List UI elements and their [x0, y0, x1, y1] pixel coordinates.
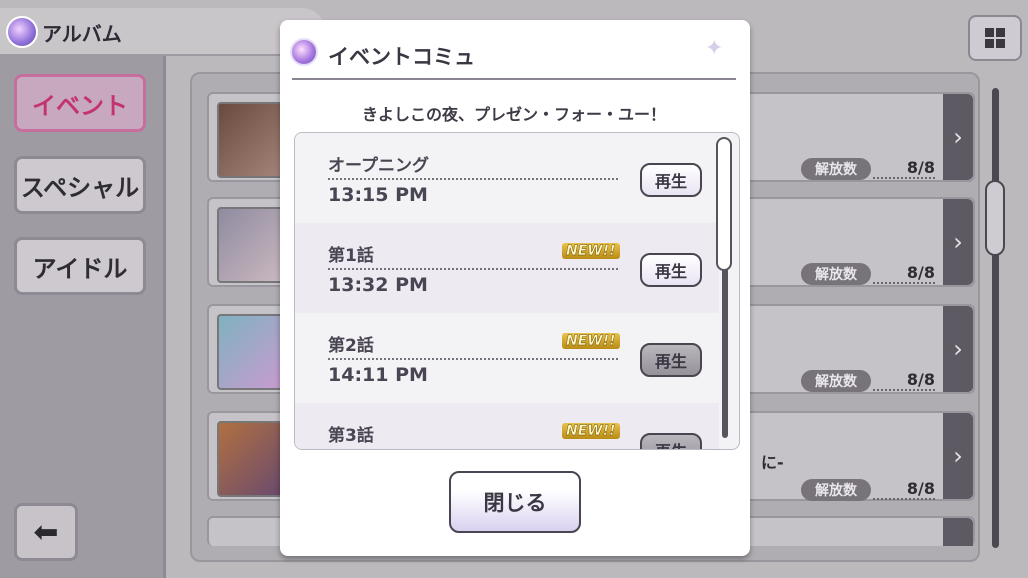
unlock-count-badge: 解放数: [801, 263, 871, 285]
unlock-count: 8/8: [873, 370, 935, 391]
play-button[interactable]: 再生: [640, 433, 702, 449]
episode-row: 第1話 NEW!! 13:32 PM 再生: [295, 223, 719, 313]
episode-divider: [328, 268, 618, 270]
new-badge: NEW!!: [562, 333, 620, 349]
left-panel: [0, 56, 166, 578]
dialog-title: イベントコミュ: [328, 45, 475, 69]
chevron-right-icon[interactable]: ›: [943, 306, 973, 392]
sparkle-icon: ✦: [705, 36, 724, 61]
episode-time: 13:15 PM: [328, 184, 428, 206]
unlock-count-badge: 解放数: [801, 370, 871, 392]
close-button[interactable]: 閉じる: [449, 471, 581, 533]
event-thumbnail: [217, 421, 285, 497]
event-thumbnail: [217, 314, 285, 390]
unlock-count: 8/8: [873, 263, 935, 284]
sidebar-item-special[interactable]: スペシャル: [14, 156, 146, 214]
episode-row: 第2話 NEW!! 14:11 PM 再生: [295, 313, 719, 403]
chevron-right-icon[interactable]: ›: [943, 94, 973, 180]
list-scrollbar-track[interactable]: [992, 88, 999, 548]
commu-icon: [290, 38, 318, 66]
event-card-title: に-: [761, 453, 784, 472]
episode-time: 14:11 PM: [328, 364, 428, 386]
event-thumbnail: [217, 207, 285, 283]
event-thumbnail: [217, 102, 285, 178]
episode-row: 第3話 NEW!! 再生: [295, 403, 719, 449]
unlock-count: 8/8: [873, 158, 935, 179]
episode-label: 第3話: [328, 426, 374, 446]
title-divider: [292, 78, 736, 80]
back-button[interactable]: ⬅: [14, 503, 78, 561]
list-scrollbar-thumb[interactable]: [985, 180, 1005, 256]
grid-view-button[interactable]: [968, 15, 1022, 61]
play-button[interactable]: 再生: [640, 163, 702, 197]
episode-divider: [328, 178, 618, 180]
episode-label: 第2話: [328, 336, 374, 356]
unlock-count-badge: 解放数: [801, 158, 871, 180]
episode-time: 13:32 PM: [328, 274, 428, 296]
new-badge: NEW!!: [562, 243, 620, 259]
play-button[interactable]: 再生: [640, 343, 702, 377]
episode-divider: [328, 358, 618, 360]
episode-list[interactable]: オープニング 13:15 PM 再生 第1話 NEW!! 13:32 PM 再生…: [294, 132, 740, 450]
album-icon: [6, 16, 38, 48]
back-arrow-icon: ⬅: [33, 514, 59, 550]
sidebar-item-idol[interactable]: アイドル: [14, 237, 146, 295]
unlock-count-badge: 解放数: [801, 479, 871, 501]
chevron-right-icon[interactable]: ›: [943, 199, 973, 285]
chevron-right-icon[interactable]: ›: [943, 413, 973, 499]
grid-icon: [984, 27, 1006, 49]
play-button[interactable]: 再生: [640, 253, 702, 287]
page-title: アルバム: [42, 22, 122, 46]
new-badge: NEW!!: [562, 423, 620, 439]
sidebar-item-event[interactable]: イベント: [14, 74, 146, 132]
event-name: きよしこの夜、プレゼン・フォー・ユー！: [361, 105, 666, 124]
episode-row: オープニング 13:15 PM 再生: [295, 133, 719, 223]
episode-label: 第1話: [328, 246, 374, 266]
episode-label: オープニング: [328, 156, 429, 176]
episode-scrollbar-thumb[interactable]: [716, 137, 732, 271]
chevron-right-icon[interactable]: [943, 518, 973, 546]
unlock-count: 8/8: [873, 479, 935, 500]
